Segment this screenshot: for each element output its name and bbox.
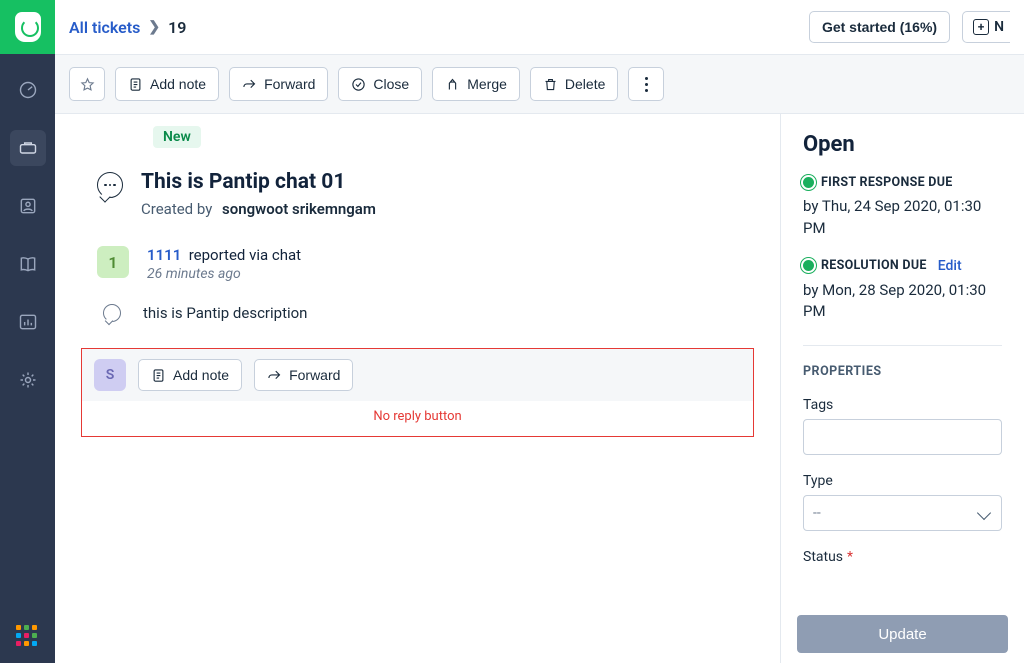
gear-icon [18,370,38,390]
more-actions-button[interactable] [628,67,664,101]
reply-action-bar: S Add note Forward [82,349,753,401]
delete-button[interactable]: Delete [530,67,618,101]
nav-dashboard[interactable] [10,72,46,108]
ticket-description: this is Pantip description [143,304,307,322]
forward-icon [242,77,257,92]
tags-label: Tags [803,397,1002,413]
breadcrumb-root[interactable]: All tickets [69,18,140,37]
new-button[interactable]: + N [962,11,1010,43]
status-dot-icon [803,177,814,188]
annotation-box: S Add note Forward No reply button [81,348,754,437]
merge-button[interactable]: Merge [432,67,520,101]
plus-icon: + [973,19,989,35]
close-button[interactable]: Close [338,67,422,101]
bar-chart-icon [18,312,38,332]
reported-via: reported via chat [189,246,301,264]
merge-label: Merge [467,76,507,92]
star-button[interactable] [69,67,105,101]
forward-label: Forward [264,76,315,92]
chat-bubble-icon [103,304,121,322]
add-note-label: Add note [150,76,206,92]
merge-icon [445,77,460,92]
inline-add-note-label: Add note [173,367,229,383]
page-header: All tickets ❯ 19 Get started (16%) + N [55,0,1024,54]
note-icon [151,368,166,383]
new-button-label: N [994,19,1004,35]
get-started-button[interactable]: Get started (16%) [809,11,950,43]
trash-icon [543,77,558,92]
person-icon [18,196,38,216]
created-by-label: Created by [141,200,212,218]
forward-button[interactable]: Forward [229,67,328,101]
headset-icon [15,12,41,42]
annotation-text: No reply button [82,409,753,424]
resolution-label: RESOLUTION DUE [821,258,927,273]
message-time: 26 minutes ago [147,266,301,282]
first-response-time: by Thu, 24 Sep 2020, 01:30 PM [803,196,1002,240]
properties-heading: PROPERTIES [803,364,1002,379]
type-label: Type [803,473,1002,489]
delete-label: Delete [565,76,605,92]
nav-tickets[interactable] [10,130,46,166]
chevron-right-icon: ❯ [148,19,160,35]
nav-contacts[interactable] [10,188,46,224]
add-note-button[interactable]: Add note [115,67,219,101]
status-badge-new: New [153,126,201,148]
brand-logo[interactable] [0,0,55,54]
forward-icon [267,368,282,383]
status-heading: Open [803,132,1002,157]
ticket-created-by: Created by songwoot srikemngam [141,200,376,218]
inline-add-note-button[interactable]: Add note [138,359,242,391]
nav-admin[interactable] [10,362,46,398]
gauge-icon [18,80,38,100]
agent-avatar: S [94,359,126,391]
book-icon [18,254,38,274]
chat-icon [97,172,123,198]
ticket-main: New This is Pantip chat 01 Created by so… [55,114,780,663]
resolution-time: by Mon, 28 Sep 2020, 01:30 PM [803,280,1002,324]
ticket-icon [18,138,38,158]
left-nav-rail [0,54,55,663]
apps-launcher[interactable] [16,625,40,649]
ticket-toolbar: Add note Forward Close Merge Delete [55,54,1024,114]
check-circle-icon [351,77,366,92]
inline-forward-label: Forward [289,367,340,383]
nav-solutions[interactable] [10,246,46,282]
type-value: -- [813,505,821,521]
ticket-creator[interactable]: songwoot srikemngam [222,200,376,218]
first-response-label: FIRST RESPONSE DUE [821,175,953,190]
edit-resolution-link[interactable]: Edit [938,258,962,274]
status-label: Status* [803,549,1002,565]
update-button[interactable]: Update [797,615,1008,653]
star-icon [80,77,95,92]
breadcrumb-ticket-id: 19 [168,18,186,37]
status-dot-icon [803,260,814,271]
inline-forward-button[interactable]: Forward [254,359,353,391]
type-select[interactable]: -- [803,495,1002,531]
chevron-down-icon [977,506,991,520]
required-icon: * [847,549,853,565]
note-icon [128,77,143,92]
divider [803,345,1002,346]
ticket-sidebar: Open FIRST RESPONSE DUE by Thu, 24 Sep 2… [780,114,1024,663]
reporter-avatar: 1 [97,246,129,278]
kebab-icon [645,77,648,92]
tags-input[interactable] [803,419,1002,455]
breadcrumb: All tickets ❯ 19 [69,18,186,37]
reporter-name[interactable]: 1111 [147,246,181,264]
ticket-title: This is Pantip chat 01 [141,170,376,194]
reporter-line: 1111 reported via chat [147,246,301,264]
nav-analytics[interactable] [10,304,46,340]
close-label: Close [373,76,409,92]
